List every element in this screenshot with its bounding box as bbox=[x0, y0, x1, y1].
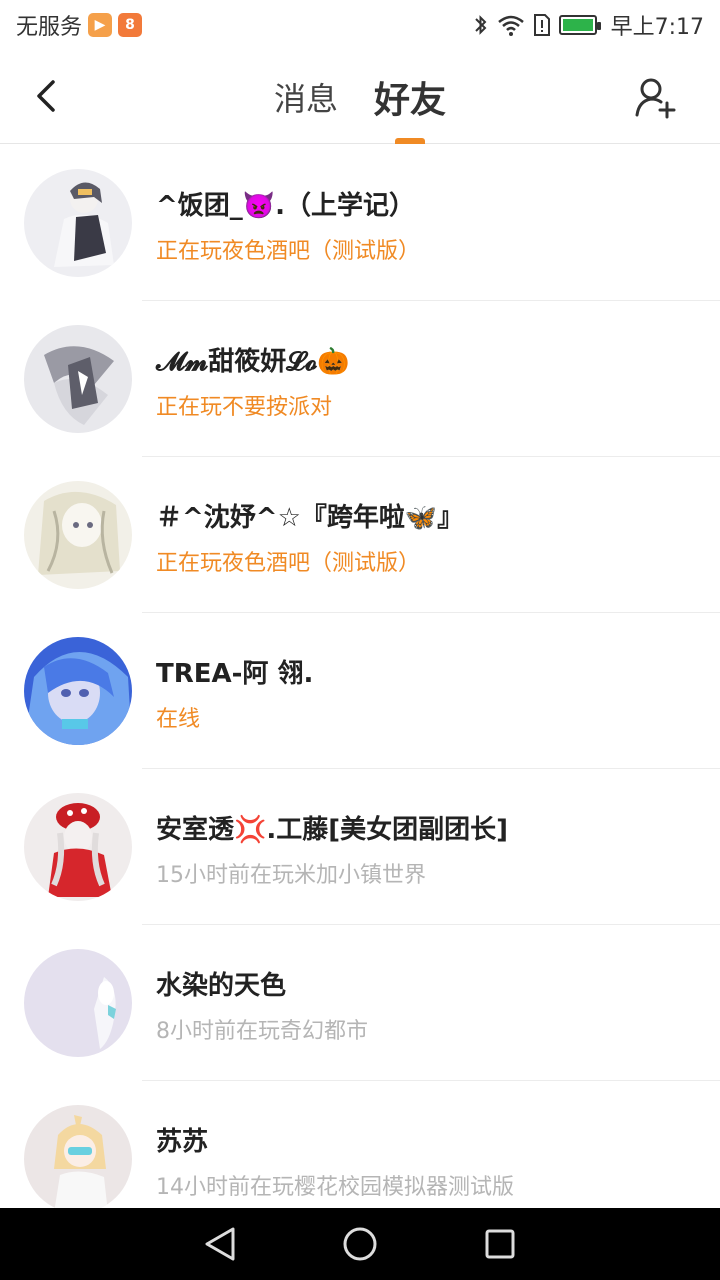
tab-messages[interactable]: 消息 bbox=[274, 50, 338, 144]
tab-messages-label: 消息 bbox=[273, 80, 338, 118]
tab-friends-label: 好友 bbox=[374, 80, 447, 121]
nav-recents-button[interactable] bbox=[470, 1214, 530, 1274]
avatar[interactable] bbox=[24, 637, 132, 745]
friend-name: 安室透💢.工藤[美女团副团长] bbox=[156, 815, 509, 845]
avatar[interactable] bbox=[24, 1105, 132, 1208]
add-friend-button[interactable] bbox=[630, 72, 680, 122]
friend-name: TREA-阿 翎. bbox=[156, 659, 314, 689]
friend-row[interactable]: 水染的天色 8小时前在玩奇幻都市 bbox=[0, 925, 720, 1081]
nav-back-button[interactable] bbox=[190, 1214, 250, 1274]
friend-name: ＃^沈妤^☆『跨年啦🦋』 bbox=[156, 503, 464, 533]
friend-row[interactable]: 𝓜𝓶甜筱妍𝓛𝓸🎃 正在玩不要按派对 bbox=[0, 301, 720, 457]
friend-status: 14小时前在玩樱花校园模拟器测试版 bbox=[156, 1175, 514, 1200]
avatar[interactable] bbox=[24, 949, 132, 1057]
wifi-icon bbox=[497, 13, 525, 37]
friend-name: 水染的天色 bbox=[156, 971, 287, 1001]
avatar[interactable] bbox=[24, 325, 132, 433]
tab-friends[interactable]: 好友 bbox=[374, 50, 446, 144]
add-user-icon bbox=[635, 78, 676, 119]
circle-home-icon bbox=[343, 1227, 377, 1261]
friend-row[interactable]: ＃^沈妤^☆『跨年啦🦋』 正在玩夜色酒吧（测试版） bbox=[0, 457, 720, 613]
avatar[interactable] bbox=[24, 169, 132, 277]
nav-home-button[interactable] bbox=[330, 1214, 390, 1274]
carrier-text: 无服务 bbox=[16, 15, 83, 40]
avatar[interactable] bbox=[24, 481, 132, 589]
friend-status: 8小时前在玩奇幻都市 bbox=[156, 1019, 368, 1044]
friend-status: 正在玩夜色酒吧（测试版） bbox=[156, 551, 421, 576]
chat-app-icon: 8 bbox=[118, 13, 143, 37]
friend-name: ^饭团_👿.（上学记） bbox=[156, 191, 416, 221]
friend-name: 𝓜𝓶甜筱妍𝓛𝓸🎃 bbox=[156, 347, 350, 377]
top-nav-header: 消息 好友 bbox=[0, 50, 720, 144]
avatar[interactable] bbox=[24, 793, 132, 901]
friend-row[interactable]: ^饭团_👿.（上学记） 正在玩夜色酒吧（测试版） bbox=[0, 145, 720, 301]
bluetooth-icon bbox=[473, 13, 489, 37]
friend-status: 正在玩夜色酒吧（测试版） bbox=[156, 239, 421, 264]
active-tab-indicator bbox=[395, 138, 425, 144]
friend-row[interactable]: 安室透💢.工藤[美女团副团长] 15小时前在玩米加小镇世界 bbox=[0, 769, 720, 925]
system-nav-bar bbox=[0, 1208, 720, 1280]
clock-text: 早上7:17 bbox=[610, 15, 704, 40]
video-app-icon: ▶ bbox=[88, 13, 113, 37]
tab-bar: 消息 好友 bbox=[0, 50, 720, 144]
friend-name: 苏苏 bbox=[156, 1127, 209, 1157]
status-bar: 无服务 ▶ 8 早上7:17 bbox=[0, 0, 720, 50]
friend-status: 在线 bbox=[156, 707, 201, 732]
friend-row[interactable]: TREA-阿 翎. 在线 bbox=[0, 613, 720, 769]
friend-list: ^饭团_👿.（上学记） 正在玩夜色酒吧（测试版） 𝓜𝓶甜筱妍𝓛𝓸🎃 正在玩不要按… bbox=[0, 145, 720, 1208]
sim-alert-icon bbox=[533, 13, 551, 37]
battery-icon bbox=[558, 15, 601, 35]
triangle-back-icon bbox=[205, 1227, 235, 1261]
friend-row[interactable]: 苏苏 14小时前在玩樱花校园模拟器测试版 bbox=[0, 1081, 720, 1208]
square-recents-icon bbox=[485, 1229, 515, 1259]
friend-status: 正在玩不要按派对 bbox=[156, 395, 333, 420]
friend-status: 15小时前在玩米加小镇世界 bbox=[156, 863, 426, 888]
